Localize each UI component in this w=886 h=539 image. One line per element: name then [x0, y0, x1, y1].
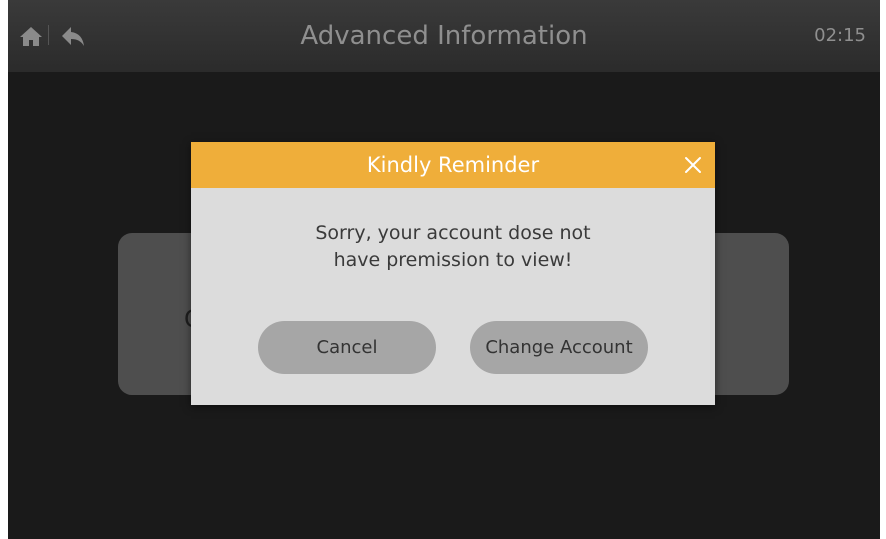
dialog-message: Sorry, your account dose not have premis…	[191, 220, 715, 274]
dialog-title: Kindly Reminder	[366, 153, 540, 177]
dialog-header: Kindly Reminder	[191, 142, 715, 188]
top-bar: Advanced Information 02:15	[8, 0, 880, 72]
page-title: Advanced Information	[300, 21, 588, 51]
dialog-message-line: Sorry, your account dose not	[315, 222, 591, 244]
reminder-dialog: Kindly Reminder Sorry, your account dose…	[191, 142, 715, 405]
screen: Advanced Information 02:15 C Kindly Remi…	[8, 0, 880, 539]
close-icon[interactable]	[679, 151, 707, 179]
change-account-button[interactable]: Change Account	[470, 321, 648, 374]
clock: 02:15	[814, 25, 866, 46]
cancel-button[interactable]: Cancel	[258, 321, 436, 374]
dialog-message-line: have premission to view!	[333, 249, 573, 271]
